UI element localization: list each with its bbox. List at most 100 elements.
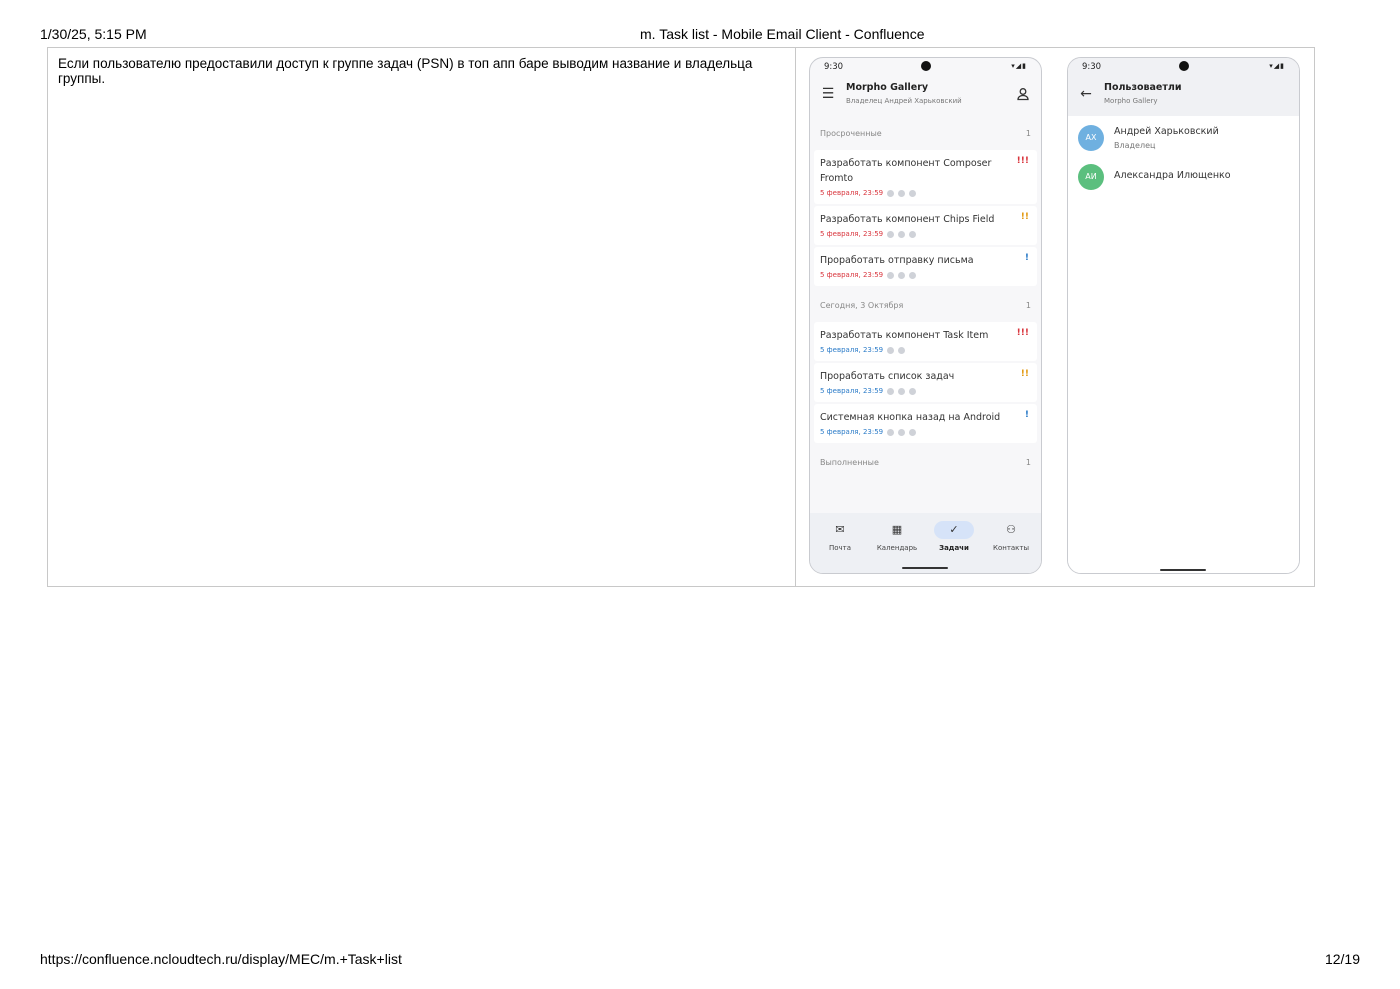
section-today: Сегодня, 3 Октября 1	[810, 292, 1041, 320]
priority-badge: !!	[1020, 369, 1029, 379]
status-time: 9:30	[824, 62, 844, 72]
home-indicator	[902, 567, 948, 569]
users-list: АХ Андрей Харьковский Владелец АИ Алекса…	[1068, 116, 1299, 573]
task-date: 5 февраля, 23:59	[820, 230, 884, 238]
back-arrow-icon[interactable]: ←	[1078, 86, 1094, 102]
check-circle-icon: ✓	[934, 521, 974, 539]
content-table: Если пользователю предоставили доступ к …	[47, 47, 1315, 587]
avatar: АИ	[1078, 164, 1104, 190]
task-date: 5 февраля, 23:59	[820, 428, 884, 436]
group-title: Morpho Gallery	[846, 82, 929, 93]
section-title: Просроченные	[820, 129, 882, 138]
section-overdue: Просроченные 1	[810, 120, 1041, 148]
location-icon	[898, 189, 906, 197]
bell-icon	[887, 230, 895, 238]
top-app-bar: ← Пользоваетли Morpho Gallery	[1068, 78, 1299, 114]
priority-badge: !!	[1020, 212, 1029, 222]
task-meta: 5 февраля, 23:59	[820, 189, 1031, 197]
task-item[interactable]: Разработать компонент Task Item 5 феврал…	[814, 322, 1037, 361]
task-title: Системная кнопка назад на Android	[820, 412, 1001, 423]
task-meta: 5 февраля, 23:59	[820, 346, 1031, 354]
bell-icon	[887, 346, 895, 354]
user-row[interactable]: АХ Андрей Харьковский Владелец	[1078, 122, 1288, 154]
print-page-title: m. Task list - Mobile Email Client - Con…	[640, 26, 925, 42]
person-small-icon	[909, 230, 917, 238]
user-role: Владелец	[1114, 141, 1156, 150]
priority-badge: !	[1024, 410, 1029, 420]
home-indicator	[1160, 569, 1206, 571]
task-title: Проработать отправку письма	[820, 255, 974, 266]
bell-icon	[887, 271, 895, 279]
location-icon	[898, 271, 906, 279]
print-page-number: 12/19	[1324, 951, 1360, 967]
task-date: 5 февраля, 23:59	[820, 271, 884, 279]
avatar: АХ	[1078, 125, 1104, 151]
person-small-icon	[909, 271, 917, 279]
nav-label: Календарь	[876, 544, 918, 552]
bottom-navigation: ✉ Почта ▦ Календарь ✓ Задачи ⚇ Контакты	[810, 513, 1041, 573]
task-meta: 5 февраля, 23:59	[820, 428, 1031, 436]
user-name: Андрей Харьковский	[1114, 126, 1219, 137]
nav-tasks[interactable]: ✓ Задачи	[926, 521, 982, 552]
description-text: Если пользователю предоставили доступ к …	[58, 56, 753, 86]
user-row[interactable]: АИ Александра Илющенко	[1078, 161, 1288, 193]
section-title: Выполненные	[820, 458, 879, 467]
top-app-bar: ☰ Morpho Gallery Владелец Андрей Харьков…	[810, 78, 1041, 114]
task-meta: 5 февраля, 23:59	[820, 387, 1031, 395]
section-title: Сегодня, 3 Октября	[820, 301, 904, 310]
person-small-icon	[909, 428, 917, 436]
status-time: 9:30	[1082, 62, 1102, 72]
task-title: Разработать компонент Composer Fromto	[820, 158, 992, 184]
nav-mail[interactable]: ✉ Почта	[812, 521, 868, 552]
bell-icon	[887, 428, 895, 436]
task-meta: 5 февраля, 23:59	[820, 230, 1031, 238]
camera-cutout	[1179, 61, 1189, 71]
nav-label: Контакты	[992, 544, 1030, 552]
location-icon	[898, 428, 906, 436]
menu-icon[interactable]: ☰	[820, 86, 836, 102]
signal-battery-icon: ▾◢▮	[1269, 62, 1285, 70]
task-title: Разработать компонент Chips Field	[820, 214, 995, 225]
task-meta: 5 февраля, 23:59	[820, 271, 1031, 279]
section-count: 1	[1025, 129, 1031, 138]
screen-title: Пользоваетли	[1104, 82, 1182, 93]
bell-icon	[887, 189, 895, 197]
nav-label: Задачи	[939, 544, 969, 552]
print-url: https://confluence.ncloudtech.ru/display…	[40, 951, 402, 967]
task-title: Разработать компонент Task Item	[820, 330, 989, 341]
task-item[interactable]: Разработать компонент Chips Field 5 февр…	[814, 206, 1037, 245]
section-count: 1	[1025, 458, 1031, 467]
contacts-icon: ⚇	[1006, 523, 1016, 536]
nav-calendar[interactable]: ▦ Календарь	[869, 521, 925, 552]
status-bar: 9:30 ▾◢▮	[810, 58, 1041, 78]
location-icon	[898, 346, 906, 354]
task-title: Проработать список задач	[820, 371, 955, 382]
priority-badge: !!!	[1016, 328, 1029, 338]
screen-subtitle: Morpho Gallery	[1104, 97, 1158, 105]
priority-badge: !!!	[1016, 156, 1029, 166]
task-item[interactable]: Проработать список задач 5 февраля, 23:5…	[814, 363, 1037, 402]
mockups-cell: 9:30 ▾◢▮ ☰ Morpho Gallery Владелец Андре…	[796, 48, 1314, 586]
signal-battery-icon: ▾◢▮	[1011, 62, 1027, 70]
task-item[interactable]: Разработать компонент Composer Fromto 5 …	[814, 150, 1037, 204]
group-owner: Владелец Андрей Харьковский	[846, 97, 962, 105]
camera-cutout	[921, 61, 931, 71]
phone-users: 9:30 ▾◢▮ ← Пользоваетли Morpho Gallery А…	[1067, 57, 1300, 574]
nav-contacts[interactable]: ⚇ Контакты	[983, 521, 1039, 552]
task-date: 5 февраля, 23:59	[820, 346, 884, 354]
task-item[interactable]: Системная кнопка назад на Android 5 февр…	[814, 404, 1037, 443]
mail-icon: ✉	[835, 523, 845, 536]
person-small-icon	[909, 387, 917, 395]
bell-icon	[887, 387, 895, 395]
print-datetime: 1/30/25, 5:15 PM	[40, 26, 147, 42]
location-icon	[898, 230, 906, 238]
nav-label: Почта	[828, 544, 852, 552]
task-date: 5 февраля, 23:59	[820, 387, 884, 395]
person-icon[interactable]	[1015, 86, 1031, 102]
section-count: 1	[1025, 301, 1031, 310]
phone-task-list: 9:30 ▾◢▮ ☰ Morpho Gallery Владелец Андре…	[809, 57, 1042, 574]
user-name: Александра Илющенко	[1114, 170, 1231, 181]
section-done[interactable]: Выполненные 1	[810, 449, 1041, 477]
task-date: 5 февраля, 23:59	[820, 189, 884, 197]
task-item[interactable]: Проработать отправку письма 5 февраля, 2…	[814, 247, 1037, 286]
